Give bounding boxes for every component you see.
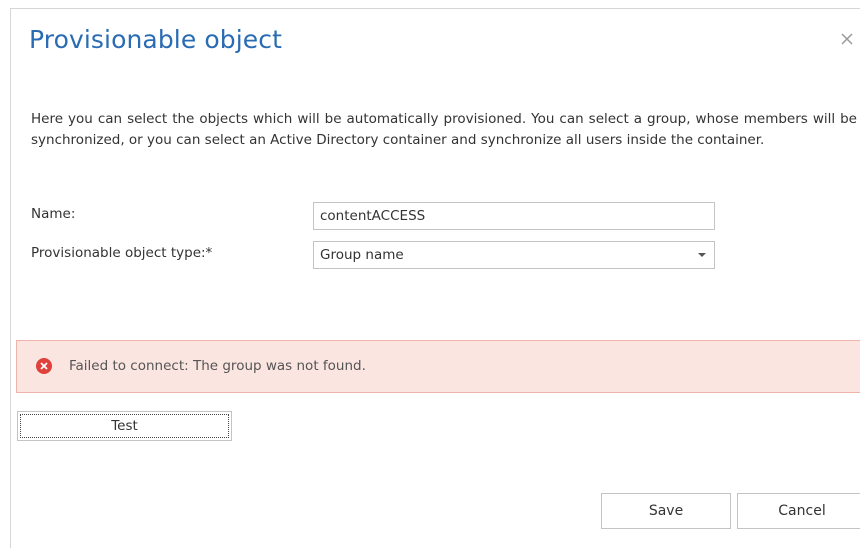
chevron-down-icon (698, 253, 706, 257)
object-type-label: Provisionable object type:* (31, 245, 213, 261)
error-message: Failed to connect: The group was not fou… (69, 358, 366, 374)
test-button[interactable]: Test (17, 411, 232, 441)
object-type-selected-value: Group name (320, 247, 404, 263)
name-input[interactable] (313, 202, 715, 230)
cancel-button[interactable]: Cancel (737, 493, 860, 529)
close-button[interactable] (837, 29, 857, 49)
test-button-label: Test (111, 418, 138, 434)
provisionable-object-dialog: Provisionable object Here you can select… (10, 8, 860, 548)
object-type-select[interactable]: Group name (313, 241, 715, 269)
dialog-title: Provisionable object (29, 25, 283, 54)
dialog-description: Here you can select the objects which wi… (31, 111, 857, 148)
error-circle-icon (36, 358, 52, 374)
save-button[interactable]: Save (601, 493, 731, 529)
error-banner: Failed to connect: The group was not fou… (16, 340, 860, 393)
close-icon (841, 33, 853, 45)
name-label: Name: (31, 206, 76, 222)
